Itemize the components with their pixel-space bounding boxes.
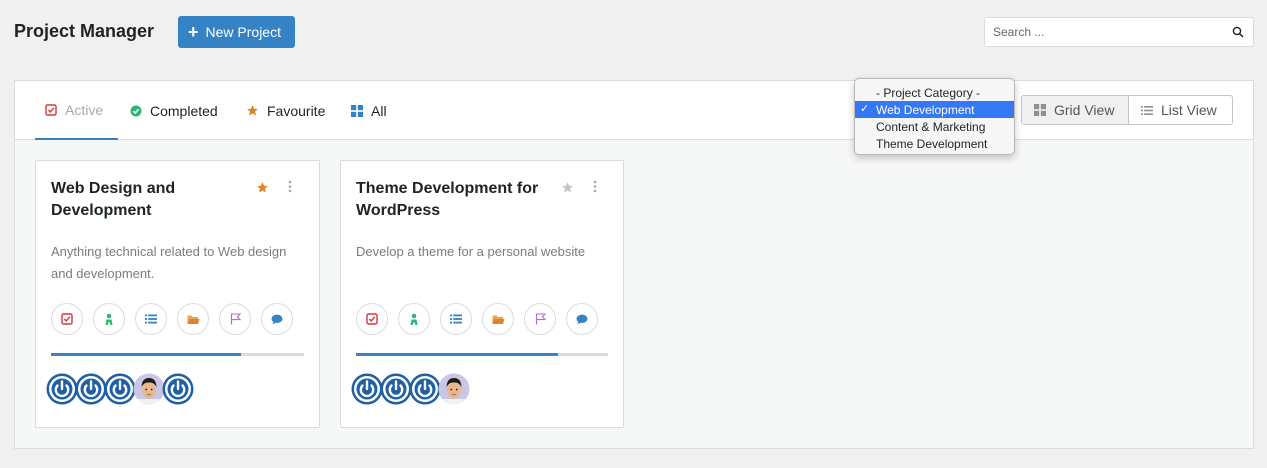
default-user-avatar-icon[interactable] (75, 373, 107, 405)
grid-view-icon (1034, 104, 1046, 116)
search-box (984, 17, 1254, 47)
list-icon[interactable] (135, 303, 167, 335)
star-icon (246, 104, 259, 117)
assignees (351, 373, 470, 405)
search-input[interactable] (985, 18, 1223, 46)
search-icon[interactable] (1223, 26, 1253, 38)
tab-completed[interactable]: Completed (130, 81, 218, 140)
category-option-placeholder[interactable]: - Project Category - (855, 84, 1014, 101)
new-project-label: New Project (205, 24, 281, 40)
check-circle-icon (130, 105, 142, 117)
list-view-label: List View (1161, 102, 1217, 118)
grid-view-button[interactable]: Grid View (1022, 96, 1129, 124)
favourite-star-icon[interactable] (256, 181, 269, 199)
progress-bar (51, 353, 304, 356)
tab-bar: Active Completed Favourite All Grid View… (15, 81, 1253, 140)
task-icon[interactable] (356, 303, 388, 335)
project-category-dropdown: - Project Category - ✓ Web Development C… (854, 78, 1015, 155)
project-title[interactable]: Theme Development for WordPress (356, 178, 546, 222)
flag-icon[interactable] (524, 303, 556, 335)
grid-icon (351, 104, 363, 117)
task-icon[interactable] (51, 303, 83, 335)
progress-bar (356, 353, 608, 356)
list-icon[interactable] (440, 303, 472, 335)
user-photo-avatar[interactable] (438, 373, 470, 405)
tab-favourite[interactable]: Favourite (246, 81, 325, 140)
tab-active-label: Active (65, 101, 104, 118)
folder-icon[interactable] (177, 303, 209, 335)
category-option-label: Web Development (876, 102, 975, 117)
default-user-avatar-icon[interactable] (104, 373, 136, 405)
list-view-icon (1141, 105, 1153, 116)
folder-icon[interactable] (482, 303, 514, 335)
milestone-people-icon[interactable] (398, 303, 430, 335)
category-option-web-development[interactable]: ✓ Web Development (855, 101, 1014, 118)
milestone-people-icon[interactable] (93, 303, 125, 335)
default-user-avatar-icon[interactable] (351, 373, 383, 405)
default-user-avatar-icon[interactable] (380, 373, 412, 405)
favourite-star-icon[interactable] (561, 181, 574, 199)
project-actions (51, 303, 293, 335)
user-photo-avatar[interactable] (133, 373, 165, 405)
checkmark-icon: ✓ (860, 103, 870, 115)
comment-icon[interactable] (566, 303, 598, 335)
grid-view-label: Grid View (1054, 102, 1115, 118)
assignees (46, 373, 194, 405)
more-options-icon[interactable] (593, 180, 597, 198)
flag-icon[interactable] (219, 303, 251, 335)
default-user-avatar-icon[interactable] (46, 373, 78, 405)
tab-completed-label: Completed (150, 102, 218, 119)
view-toggle: Grid View List View (1021, 95, 1233, 125)
project-actions (356, 303, 598, 335)
category-option-content-marketing[interactable]: Content & Marketing (855, 118, 1014, 135)
page-title: Project Manager (14, 21, 155, 41)
project-card[interactable]: Theme Development for WordPress Develop … (340, 160, 624, 428)
new-project-button[interactable]: + New Project (178, 16, 295, 48)
category-option-theme-development[interactable]: Theme Development (855, 135, 1014, 152)
project-description: Anything technical related to Web design… (51, 244, 287, 281)
default-user-avatar-icon[interactable] (162, 373, 194, 405)
comment-icon[interactable] (261, 303, 293, 335)
more-options-icon[interactable] (288, 180, 292, 198)
progress-fill (51, 353, 241, 356)
tab-active[interactable]: Active (35, 81, 118, 140)
tab-favourite-label: Favourite (267, 102, 326, 119)
progress-fill (356, 353, 558, 356)
active-checkbox-icon (45, 103, 57, 116)
project-description: Develop a theme for a personal website (356, 244, 586, 259)
plus-icon: + (188, 22, 199, 42)
tab-all[interactable]: All (351, 81, 387, 140)
default-user-avatar-icon[interactable] (409, 373, 441, 405)
project-card[interactable]: Web Design and Development Anything tech… (35, 160, 320, 428)
tab-all-label: All (371, 102, 387, 119)
list-view-button[interactable]: List View (1129, 96, 1232, 124)
project-title[interactable]: Web Design and Development (51, 178, 241, 222)
